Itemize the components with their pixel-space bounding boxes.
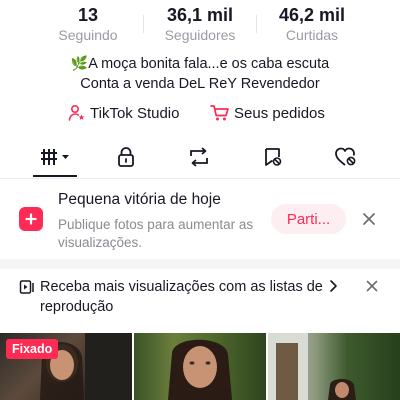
tiktok-studio-label: TikTok Studio: [90, 104, 180, 122]
bio-line-1: 🌿A moça bonita fala...e os caba escuta: [0, 53, 400, 74]
chevron-right-icon: [330, 280, 337, 292]
close-icon[interactable]: [366, 280, 378, 292]
liked-icon: [335, 147, 356, 166]
followers-label: Seguidores: [164, 27, 236, 43]
repost-icon: [190, 147, 208, 167]
studio-person-icon: [68, 104, 85, 121]
likes-count: 46,2 mil: [278, 5, 346, 25]
tab-private[interactable]: [96, 140, 156, 174]
tab-reposts[interactable]: [169, 140, 229, 174]
leaf-emoji-icon: 🌿: [70, 55, 89, 71]
tab-videos[interactable]: [25, 140, 85, 174]
followers-stat[interactable]: 36,1 mil Seguidores: [150, 4, 250, 44]
following-label: Seguindo: [58, 27, 118, 43]
likes-label: Curtidas: [285, 27, 339, 43]
banner-title: Pequena vitória de hoje: [58, 191, 221, 208]
active-tab-indicator: [33, 175, 77, 177]
video-thumbnail[interactable]: Fixado: [0, 333, 132, 400]
following-stat[interactable]: 13 Seguindo: [38, 4, 138, 44]
orders-label: Seus pedidos: [234, 104, 325, 122]
bio-text-1: A moça bonita fala...e os caba escuta: [88, 56, 330, 72]
profile-stats: 13 Seguindo 36,1 mil Seguidores 46,2 mil…: [0, 4, 400, 44]
video-thumbnail[interactable]: [134, 333, 266, 400]
banner-subtitle: Publique fotos para aumentar as visualiz…: [58, 217, 254, 250]
bookmark-icon: [265, 148, 282, 166]
bio-line-2: Conta a venda DeL ReY Revendedor: [80, 76, 320, 92]
share-button[interactable]: Parti...: [271, 204, 346, 234]
stat-divider: [256, 15, 257, 33]
section-separator: [0, 259, 400, 269]
close-banner-button[interactable]: [360, 210, 378, 228]
pinned-badge: Fixado: [6, 339, 59, 359]
likes-stat[interactable]: 46,2 mil Curtidas: [262, 4, 362, 44]
thumbnail-image: [268, 333, 356, 400]
thumbnail-image: [168, 339, 232, 400]
grid-icon: [41, 149, 69, 165]
tiktok-studio-link[interactable]: TikTok Studio: [68, 102, 179, 124]
video-grid: Fixado: [0, 333, 400, 400]
playlist-banner[interactable]: Receba mais visualizações com as listas …: [0, 269, 400, 331]
followers-count: 36,1 mil: [166, 5, 234, 25]
orders-link[interactable]: Seus pedidos: [210, 102, 325, 124]
shopping-cart-icon: [210, 105, 229, 121]
lock-icon: [118, 147, 134, 167]
profile-tabs: [0, 140, 400, 178]
add-photo-icon: [19, 207, 43, 231]
tab-liked[interactable]: [316, 140, 376, 174]
tab-favorites[interactable]: [243, 140, 303, 174]
close-icon: [363, 213, 375, 225]
playlist-banner-text: Receba mais visualizações com as listas …: [40, 279, 323, 315]
video-thumbnail[interactable]: [268, 333, 400, 400]
stat-divider: [143, 15, 144, 33]
following-count: 13: [77, 5, 99, 25]
profile-links: TikTok Studio Seus pedidos: [0, 102, 400, 124]
playlist-icon: [19, 280, 34, 294]
photo-tip-banner: Pequena vitória de hoje Publique fotos p…: [0, 179, 400, 259]
